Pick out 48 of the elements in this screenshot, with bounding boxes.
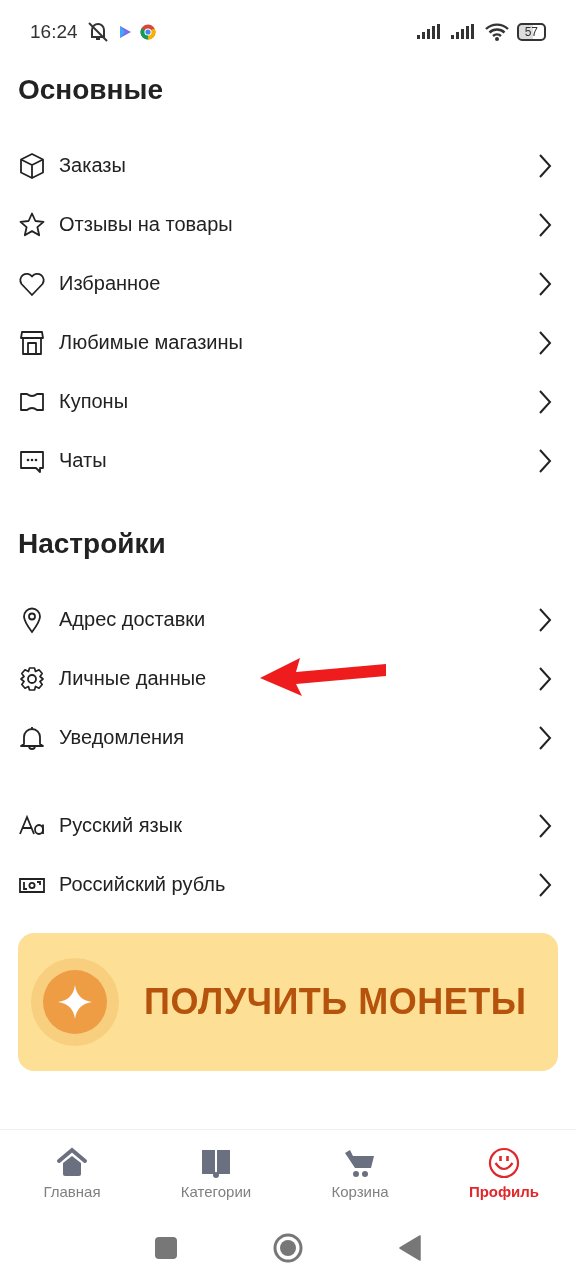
signal-icon (450, 24, 477, 40)
browser-icon (139, 24, 156, 40)
play-icon (117, 25, 132, 39)
banner-text: ПОЛУЧИТЬ МОНЕТЫ (144, 981, 527, 1023)
star-icon (18, 210, 46, 239)
chevron-right-icon (538, 724, 552, 751)
nav-tab[interactable]: Корзина (288, 1146, 432, 1200)
section-title: Основные (17, 73, 164, 107)
clock-time: 16:24 (30, 21, 78, 43)
home-button[interactable] (273, 1233, 303, 1263)
section-title: Настройки (17, 527, 167, 561)
home-icon (56, 1146, 88, 1179)
battery-indicator: 57 (516, 23, 546, 41)
wifi-icon (484, 23, 509, 41)
menu-item[interactable]: Заказы (0, 136, 576, 195)
chevron-right-icon (538, 152, 552, 179)
signal-icon (416, 24, 443, 40)
chevron-right-icon (538, 329, 552, 356)
chevron-right-icon (538, 606, 552, 633)
menu-item[interactable]: Любимые магазины (0, 313, 576, 372)
chevron-right-icon (538, 665, 552, 692)
chevron-right-icon (538, 812, 552, 839)
menu-item[interactable]: Личные данные (0, 649, 576, 708)
menu-item[interactable]: Адрес доставки (0, 590, 576, 649)
chevron-right-icon (538, 211, 552, 238)
chevron-right-icon (538, 447, 552, 474)
sparkle-coin-icon (30, 957, 120, 1047)
chevron-right-icon (538, 388, 552, 415)
smiley-icon (488, 1146, 520, 1179)
nav-tab[interactable]: Профиль (432, 1146, 576, 1200)
coins-banner[interactable]: ПОЛУЧИТЬ МОНЕТЫ (18, 933, 558, 1071)
box-icon (18, 151, 46, 180)
settings-icon (18, 664, 46, 693)
muted-bell-icon (85, 21, 110, 43)
menu-item[interactable]: Отзывы на товары (0, 195, 576, 254)
chevron-right-icon (538, 871, 552, 898)
menu-item[interactable]: Русский язык (0, 796, 576, 855)
nav-tab[interactable]: Главная (0, 1146, 144, 1200)
chevron-right-icon (538, 270, 552, 297)
menu-item[interactable]: Чаты (0, 431, 576, 490)
recent-apps-button[interactable] (155, 1237, 177, 1259)
menu-item[interactable]: Российский рубль (0, 855, 576, 914)
store-icon (18, 328, 46, 357)
menu-item[interactable]: Избранное (0, 254, 576, 313)
nav-tab[interactable]: Категории (144, 1146, 288, 1200)
menu-item[interactable]: Купоны (0, 372, 576, 431)
back-button[interactable] (399, 1235, 421, 1261)
menu-item[interactable]: Уведомления (0, 708, 576, 767)
